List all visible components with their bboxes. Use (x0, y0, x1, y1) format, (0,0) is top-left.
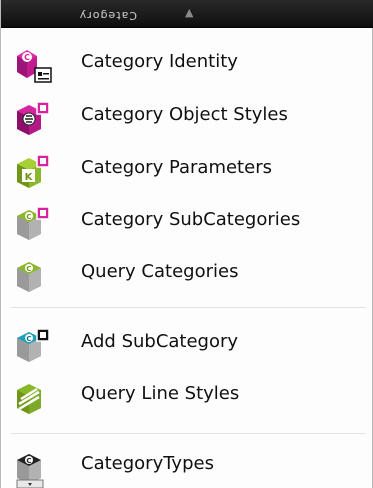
svg-text:C: C (26, 335, 31, 343)
svg-text:C: C (26, 457, 31, 465)
svg-text:K: K (25, 172, 34, 183)
category-types-icon: C (16, 454, 44, 488)
menu-item-category-types[interactable]: C CategoryTypes (1, 440, 372, 488)
menu-item-label: Category Identity (81, 51, 238, 72)
svg-text:C: C (26, 213, 31, 221)
menu-item-category-object-styles[interactable]: Category Object Styles (1, 91, 372, 139)
category-identity-icon: C (17, 50, 52, 83)
menu-item-label: Category SubCategories (81, 209, 301, 230)
menu-title: Category (78, 9, 137, 22)
category-parameters-icon: K (17, 154, 50, 188)
menu-item-category-identity[interactable]: C Category Identity (1, 38, 372, 86)
menu-title-bar[interactable]: Category ▲ (1, 0, 373, 28)
menu-item-label: Category Parameters (81, 157, 272, 178)
query-line-styles-icon (17, 384, 41, 414)
menu-item-category-parameters[interactable]: K Category Parameters (1, 144, 372, 192)
menu-separator (11, 433, 366, 434)
menu-item-query-categories[interactable]: C Query Categories (1, 248, 372, 296)
menu-item-query-line-styles[interactable]: Query Line Styles (1, 370, 372, 418)
add-subcategory-icon: C (17, 328, 50, 362)
menu-item-label: Query Categories (81, 261, 239, 282)
menu-item-add-subcategory[interactable]: C Add SubCategory (1, 318, 372, 366)
category-dropdown-menu: Category ▲ C Category Identity Category … (0, 0, 373, 488)
menu-item-label: CategoryTypes (81, 453, 214, 474)
category-subcategories-icon: C (17, 206, 50, 240)
pin-icon: ▲ (185, 6, 194, 19)
menu-item-category-subcategories[interactable]: C Category SubCategories (1, 196, 372, 244)
menu-separator (11, 307, 366, 308)
menu-item-label: Query Line Styles (81, 383, 240, 404)
query-categories-icon: C (17, 262, 41, 292)
svg-text:C: C (26, 265, 31, 273)
menu-item-label: Category Object Styles (81, 104, 288, 125)
svg-text:C: C (24, 53, 30, 62)
menu-item-label: Add SubCategory (81, 331, 239, 352)
category-object-styles-icon (17, 101, 50, 135)
